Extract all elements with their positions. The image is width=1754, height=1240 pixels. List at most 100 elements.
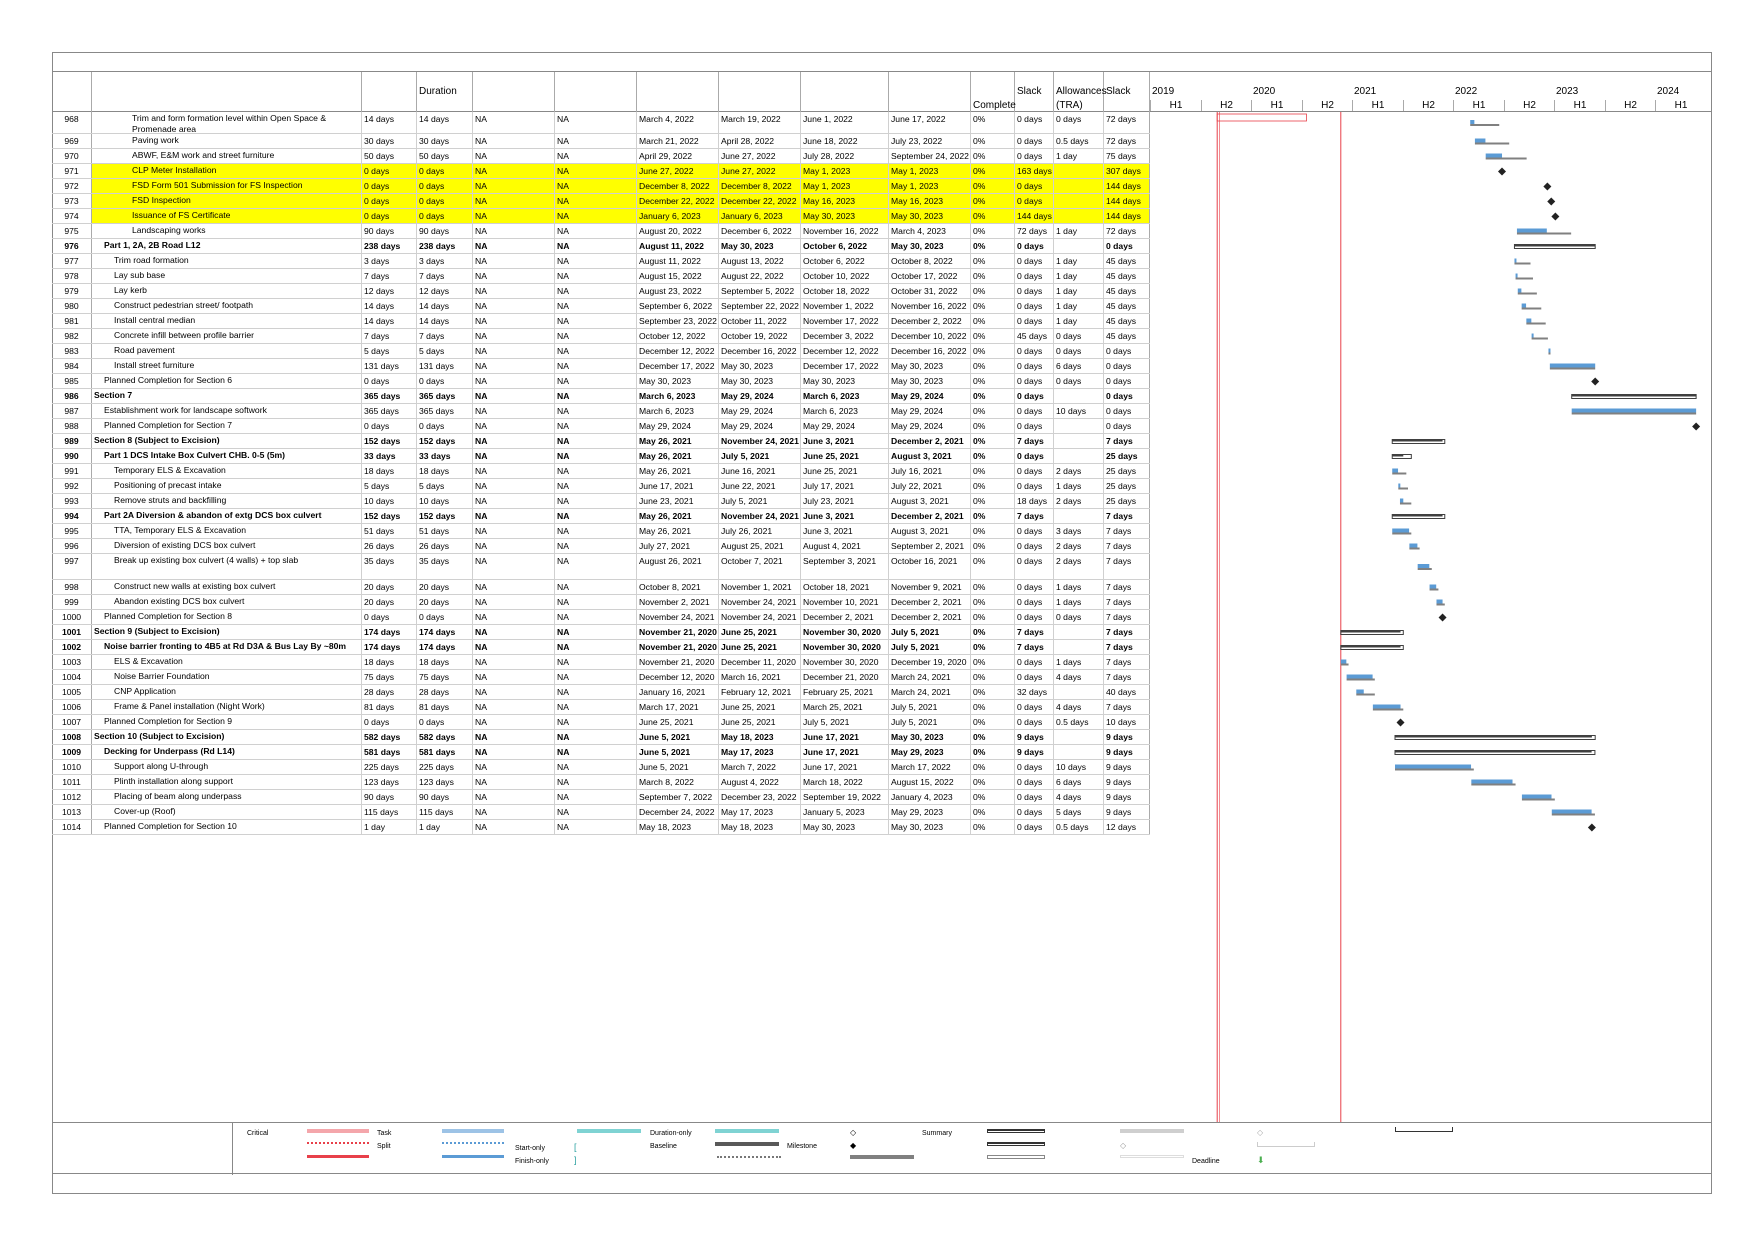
cell-sl: 0 days	[1015, 775, 1054, 789]
cell-d1: 225 days	[362, 760, 417, 774]
cell-n1: NA	[473, 580, 555, 594]
table-row[interactable]: 1005 CNP Application 28 days 28 days NA NA Jan…	[52, 685, 1150, 700]
milestone-outline-icon: ◇	[850, 1128, 857, 1137]
cell-al: 6 days	[1054, 775, 1104, 789]
header-slack-2[interactable]: Slack	[1104, 72, 1150, 112]
cell-sl2: 9 days	[1104, 760, 1150, 774]
table-row[interactable]: 972 FSD Form 501 Submission for FS Inspec…	[52, 179, 1150, 194]
complete-header-label: Complete	[973, 100, 1016, 111]
table-row[interactable]: 988 Planned Completion for Section 70 day…	[52, 419, 1150, 434]
cell-d1: 90 days	[362, 224, 417, 238]
header-duration-1	[362, 72, 417, 112]
cell-pc: 0%	[971, 479, 1015, 493]
table-row[interactable]: 994 Part 2A Diversion & abandon of extg D…	[52, 509, 1150, 524]
table-row[interactable]: 986 Section 7 365 days 365 days NA NA March 6,…	[52, 389, 1150, 404]
baseline-bar	[1549, 367, 1596, 370]
cell-s: August 26, 2021	[637, 554, 719, 579]
summary-fill	[1394, 735, 1592, 738]
cell-pc: 0%	[971, 820, 1015, 834]
cell-name: Cover-up (Roof)	[92, 805, 362, 819]
table-row[interactable]: 1012 Placing of beam along underpass 90 da…	[52, 790, 1150, 805]
table-row[interactable]: 992 Positioning of precast intake 5 days 5 …	[52, 479, 1150, 494]
cell-d2: 14 days	[417, 299, 473, 313]
table-row[interactable]: 1011 Plinth installation along support 123…	[52, 775, 1150, 790]
header-allowances[interactable]: Allowances (TRA)	[1054, 72, 1107, 112]
cell-id: 971	[52, 164, 92, 178]
table-row[interactable]: 1002 Noise barrier fronting to 4B5 at Rd …	[52, 640, 1150, 655]
table-row[interactable]: 1000 Planned Completion for Section 80 da…	[52, 610, 1150, 625]
table-row[interactable]: 969 Paving work 30 days 30 days NA NA March 21…	[52, 134, 1150, 149]
table-row[interactable]: 980 Construct pedestrian street/ footpath…	[52, 299, 1150, 314]
table-row[interactable]: 989 Section 8 (Subject to Excision) 152 da…	[52, 434, 1150, 449]
cell-pc: 0%	[971, 404, 1015, 418]
cell-f2: May 30, 2023	[889, 820, 971, 834]
cell-n1: NA	[473, 269, 555, 283]
table-row[interactable]: 987 Establishment work for landscape soft…	[52, 404, 1150, 419]
table-row[interactable]: 1009 Decking for Underpass (Rd L14) 581 da…	[52, 745, 1150, 760]
table-row[interactable]: 996 Diversion of existing DCS box culvert…	[52, 539, 1150, 554]
legend-start-only: Start-only	[515, 1145, 545, 1152]
table-row[interactable]: 979 Lay kerb 12 days 12 days NA NA August 23, …	[52, 284, 1150, 299]
cell-n1: NA	[473, 715, 555, 729]
table-row[interactable]: 984 Install street furniture 131 days 131 d…	[52, 359, 1150, 374]
cell-n2: NA	[555, 760, 637, 774]
cell-s2: November 30, 2020	[801, 655, 889, 669]
table-row[interactable]: 968 Trim and form formation level within …	[52, 112, 1150, 134]
cell-pc: 0%	[971, 254, 1015, 268]
table-row[interactable]: 1004 Noise Barrier Foundation 75 days 75 da…	[52, 670, 1150, 685]
table-row[interactable]: 999 Abandon existing DCS box culvert 20 da…	[52, 595, 1150, 610]
header-complete[interactable]: Complete	[971, 72, 1016, 112]
cell-d2: 10 days	[417, 494, 473, 508]
legend-baseline-swatch	[715, 1142, 779, 1146]
cell-d2: 152 days	[417, 509, 473, 523]
table-row[interactable]: 1008 Section 10 (Subject to Excision) 582 …	[52, 730, 1150, 745]
table-row[interactable]: 983 Road pavement 5 days 5 days NA NA December…	[52, 344, 1150, 359]
table-row[interactable]: 997 Break up existing box culvert (4 wall…	[52, 554, 1150, 580]
cell-id: 999	[52, 595, 92, 609]
table-row[interactable]: 982 Concrete infill between profile barri…	[52, 329, 1150, 344]
table-row[interactable]: 1001 Section 9 (Subject to Excision) 174 d…	[52, 625, 1150, 640]
task-bar	[1571, 408, 1697, 413]
table-row[interactable]: 1010 Support along U-through 225 days 225 d…	[52, 760, 1150, 775]
cell-sl: 0 days	[1015, 580, 1054, 594]
table-row[interactable]: 976 Part 1, 2A, 2B Road L12 238 days 238 da…	[52, 239, 1150, 254]
cell-sl2: 144 days	[1104, 179, 1150, 193]
cell-d1: 365 days	[362, 389, 417, 403]
cell-f: May 30, 2023	[719, 374, 801, 388]
legend-milestone: Milestone	[787, 1143, 817, 1150]
cell-d2: 365 days	[417, 404, 473, 418]
cell-d1: 0 days	[362, 209, 417, 223]
table-row[interactable]: 975 Landscaping works 90 days 90 days NA NA Au…	[52, 224, 1150, 239]
table-row[interactable]: 1013 Cover-up (Roof) 115 days 115 days NA NA D…	[52, 805, 1150, 820]
half-label: H2	[1200, 100, 1252, 111]
cell-s2: June 18, 2022	[801, 134, 889, 148]
table-row[interactable]: 995 TTA, Temporary ELS & Excavation 51 day…	[52, 524, 1150, 539]
cell-sl2: 45 days	[1104, 299, 1150, 313]
table-row[interactable]: 993 Remove struts and backfilling 10 days 1…	[52, 494, 1150, 509]
table-row[interactable]: 1014 Planned Completion for Section 10 1 d…	[52, 820, 1150, 835]
cell-name: ABWF, E&M work and street furniture	[92, 149, 362, 163]
table-row[interactable]: 985 Planned Completion for Section 60 day…	[52, 374, 1150, 389]
half-label: H2	[1604, 100, 1656, 111]
header-duration[interactable]: Duration	[417, 72, 473, 112]
cell-f: December 22, 2022	[719, 194, 801, 208]
cell-pc: 0%	[971, 374, 1015, 388]
table-row[interactable]: 981 Install central median 14 days 14 days N…	[52, 314, 1150, 329]
task-bar	[1429, 584, 1437, 589]
header-slack[interactable]: Slack	[1015, 72, 1054, 112]
table-row[interactable]: 1006 Frame & Panel installation (Night Wo…	[52, 700, 1150, 715]
table-row[interactable]: 978 Lay sub base 7 days 7 days NA NA August 15…	[52, 269, 1150, 284]
table-row[interactable]: 1003 ELS & Excavation 18 days 18 days NA NA No…	[52, 655, 1150, 670]
table-row[interactable]: 973 FSD Inspection 0 days 0 days NA NA Decembe…	[52, 194, 1150, 209]
table-row[interactable]: 977 Trim road formation 3 days 3 days NA NA Au…	[52, 254, 1150, 269]
table-row[interactable]: 1007 Planned Completion for Section 90 da…	[52, 715, 1150, 730]
table-row[interactable]: 998 Construct new walls at existing box c…	[52, 580, 1150, 595]
cell-s2: September 3, 2021	[801, 554, 889, 579]
table-row[interactable]: 991 Temporary ELS & Excavation 18 days 18 d…	[52, 464, 1150, 479]
cell-name: Part 2A Diversion & abandon of extg DCS …	[92, 509, 362, 523]
table-row[interactable]: 990 Part 1 DCS Intake Box Culvert CHB. 0-…	[52, 449, 1150, 464]
table-row[interactable]: 974 Issuance of FS Certificate 0 days 0 day…	[52, 209, 1150, 224]
cell-al: 1 days	[1054, 479, 1104, 493]
table-row[interactable]: 970 ABWF, E&M work and street furniture 50…	[52, 149, 1150, 164]
table-row[interactable]: 971 CLP Meter Installation 0 days 0 days NA N…	[52, 164, 1150, 179]
